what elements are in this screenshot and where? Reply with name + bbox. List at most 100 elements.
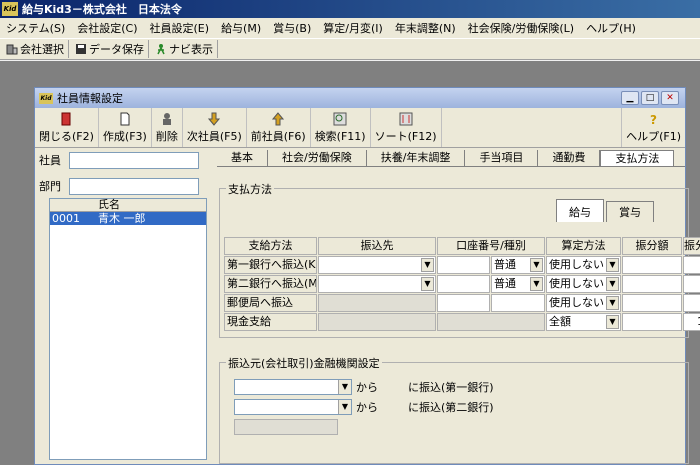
bank1-order-input[interactable] [683,256,700,274]
chevron-down-icon: ▼ [421,277,434,291]
name-column-header: 氏名 [98,198,120,211]
payment-method-group: 支払方法 給与 賞与 支給方法 振込先 口座番号/種別 算定方法 振分額 振分順… [219,181,700,338]
sort-icon [399,112,413,128]
menu-help[interactable]: ヘルプ(H) [580,20,642,36]
search-button[interactable]: 検索(F11) [311,108,371,147]
account-header: 口座番号/種別 [437,237,545,255]
row-label: 第一銀行へ振込(K) [224,256,317,274]
company-select-button[interactable]: 会社選択 [2,40,69,58]
payment-group-label: 支払方法 [226,181,274,197]
tab-basic[interactable]: 基本 [217,150,268,166]
bank1-account-input[interactable] [437,256,490,274]
employee-selector-panel: 社員 部門 氏名 0001 青木 一郎 [39,150,211,464]
tab-allowances[interactable]: 手当項目 [465,150,539,166]
from-label: から [356,401,378,414]
navi-button[interactable]: ナビ表示 [151,40,218,58]
employee-label: 社員 [39,154,61,167]
order-header: 振分順 [683,237,700,255]
table-row: 第一銀行へ振込(K) ▼ 普通 ▼ 使用しない ▼ [224,256,700,275]
chevron-down-icon: ▼ [606,258,619,272]
next-employee-button[interactable]: 次社員(F5) [183,108,247,147]
source-bank2-dropdown[interactable]: ▼ [234,399,352,415]
minimize-button[interactable]: ▁ [621,91,639,105]
bank1-type-dropdown[interactable]: 普通 ▼ [491,256,545,274]
question-icon: ? [650,112,658,127]
menu-insurance[interactable]: 社会保険/労働保険(L) [462,20,580,36]
postal-order-input[interactable] [683,294,700,312]
chevron-down-icon: ▼ [338,400,351,414]
postal-dest-cell [318,294,436,312]
menu-salary[interactable]: 給与(M) [215,20,267,36]
department-field[interactable] [69,177,199,195]
source-bank1-dropdown[interactable]: ▼ [234,379,352,395]
employee-list[interactable]: 氏名 0001 青木 一郎 [49,198,207,460]
table-row: 郵便局へ振込 使用しない ▼ [224,294,700,313]
prev-employee-label: 前社員(F6) [250,129,306,143]
bank1-dest-dropdown[interactable]: ▼ [318,256,436,274]
menu-system[interactable]: システム(S) [0,20,71,36]
building-icon [6,43,18,55]
next-employee-label: 次社員(F5) [186,129,242,143]
chevron-down-icon: ▼ [530,258,543,272]
bank2-dest-dropdown[interactable]: ▼ [318,275,436,293]
delete-person-icon [160,112,174,128]
tab-insurance[interactable]: 社会/労働保険 [268,150,367,166]
tab-payment[interactable]: 支払方法 [600,150,675,166]
tab-dependents[interactable]: 扶養/年末調整 [367,150,466,166]
postal-type-input[interactable] [491,294,545,312]
payment-grid: 支給方法 振込先 口座番号/種別 算定方法 振分額 振分順 第一銀行へ振込(K)… [224,237,700,332]
chevron-down-icon: ▼ [606,277,619,291]
help-button[interactable]: ? ヘルプ(F1) [621,108,685,147]
table-row: 第二銀行へ振込(M) ▼ 普通 ▼ 使用しない ▼ [224,275,700,294]
employee-field[interactable] [69,151,199,169]
navi-label: ナビ表示 [169,43,213,56]
employee-list-header: 氏名 [50,199,206,212]
prev-employee-button[interactable]: 前社員(F6) [247,108,311,147]
tab-salary[interactable]: 給与 [556,199,604,222]
maximize-button[interactable]: □ [641,91,659,105]
bank1-amount-input[interactable] [622,256,682,274]
employee-detail-panel: 基本 社会/労働保険 扶養/年末調整 手当項目 通勤費 支払方法 支払方法 給与… [217,150,700,464]
close-button[interactable]: 閉じる(F2) [35,108,99,147]
close-label: 閉じる(F2) [39,129,94,143]
tab-bonus[interactable]: 賞与 [606,201,654,222]
menu-bonus[interactable]: 賞与(B) [267,20,317,36]
delete-button[interactable]: 削除 [152,108,183,147]
employee-settings-window: Kid 社員情報設定 ▁ □ ✕ 閉じる(F2) 作成(F3) 削除 次社員(F… [34,87,700,465]
cash-calc-dropdown[interactable]: 全額 ▼ [546,313,621,331]
postal-amount-input[interactable] [622,294,682,312]
row-label: 郵便局へ振込 [224,294,317,312]
bank2-type-dropdown[interactable]: 普通 ▼ [491,275,545,293]
cash-amount-input[interactable] [622,313,682,331]
from-label: から [356,381,378,394]
bank2-account-input[interactable] [437,275,490,293]
source-bank-group: 振込元(会社取引)金融機関設定 ▼ から に振込(第一銀行) ▼ から に振込(… [219,355,689,464]
postal-calc-dropdown[interactable]: 使用しない ▼ [546,294,621,312]
source-bank2-row: ▼ から に振込(第二銀行) [234,399,494,415]
bank1-calc-dropdown[interactable]: 使用しない ▼ [546,256,621,274]
menu-yearend[interactable]: 年末調整(N) [389,20,462,36]
cash-order-input[interactable]: 1 [683,313,700,331]
dest-header: 振込先 [318,237,436,255]
cash-account-cell [437,313,545,331]
child-logo-icon: Kid [39,92,53,104]
menu-employee[interactable]: 社員設定(E) [144,20,216,36]
sort-button[interactable]: ソート(F12) [371,108,442,147]
list-item[interactable]: 0001 青木 一郎 [50,212,206,225]
chevron-down-icon: ▼ [530,277,543,291]
create-label: 作成(F3) [102,129,147,143]
menu-company[interactable]: 会社設定(C) [71,20,143,36]
create-button[interactable]: 作成(F3) [99,108,152,147]
bank2-calc-dropdown[interactable]: 使用しない ▼ [546,275,621,293]
child-title-bar: Kid 社員情報設定 ▁ □ ✕ [35,88,685,108]
tab-commute[interactable]: 通勤費 [538,150,601,166]
chevron-down-icon: ▼ [606,315,619,329]
postal-account-input[interactable] [437,294,490,312]
bank2-amount-input[interactable] [622,275,682,293]
bank2-order-input[interactable] [683,275,700,293]
row-label: 第二銀行へ振込(M) [224,275,317,293]
menu-calc[interactable]: 算定/月変(I) [317,20,389,36]
close-window-button[interactable]: ✕ [661,91,679,105]
employee-code: 0001 [52,212,80,225]
data-save-button[interactable]: データ保存 [71,40,149,58]
